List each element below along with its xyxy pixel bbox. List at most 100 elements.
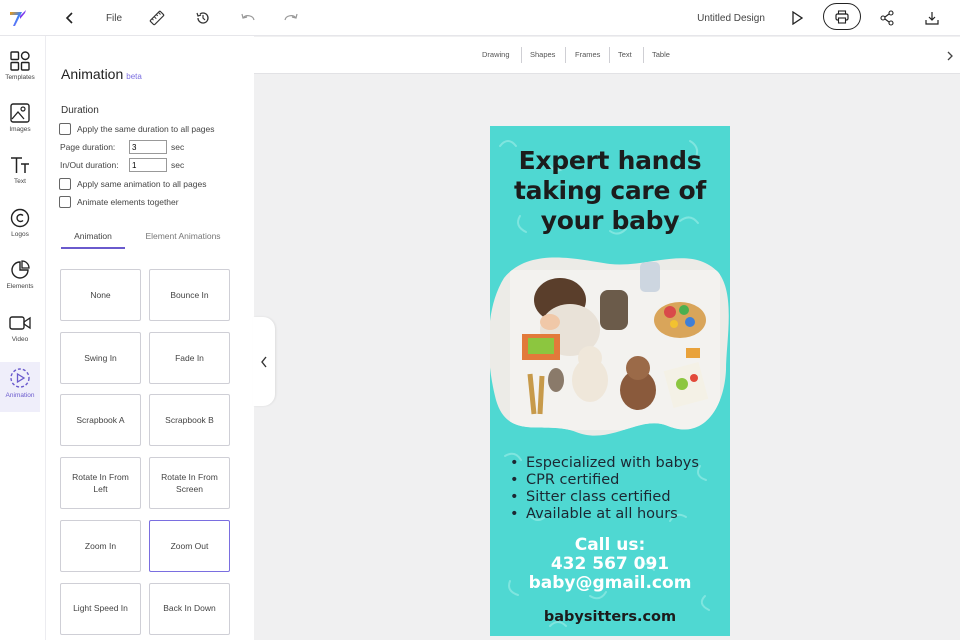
rail-item-logos[interactable]: Logos bbox=[0, 203, 40, 253]
animation-option-rotate-in-from-screen[interactable]: Rotate In From Screen bbox=[149, 457, 230, 510]
bullet-text: Especialized with babys bbox=[526, 455, 699, 471]
animation-option-scrapbook-a[interactable]: Scrapbook A bbox=[60, 394, 141, 447]
animation-tabs: Animation Element Animations bbox=[61, 231, 231, 249]
tool-frames[interactable]: Frames bbox=[575, 50, 600, 59]
pie-icon bbox=[11, 260, 30, 279]
website-text[interactable]: babysitters.com bbox=[490, 609, 730, 625]
back-chevron-icon bbox=[65, 12, 73, 24]
bullet-dot: • bbox=[510, 455, 519, 471]
tool-shapes[interactable]: Shapes bbox=[530, 50, 555, 59]
headline-line: your baby bbox=[540, 206, 680, 235]
headline-line: Expert hands bbox=[518, 146, 702, 175]
top-bar: File Untitled Design bbox=[0, 0, 960, 36]
panel-title-text: Animation bbox=[61, 66, 124, 82]
share-icon bbox=[880, 10, 894, 26]
rail-item-video[interactable]: Video bbox=[0, 308, 40, 358]
animation-option-scrapbook-b[interactable]: Scrapbook B bbox=[149, 394, 230, 447]
inout-duration-input[interactable] bbox=[129, 158, 167, 172]
file-menu[interactable]: File bbox=[100, 0, 128, 36]
rail-item-animation[interactable]: Animation bbox=[0, 362, 40, 412]
ruler-button[interactable] bbox=[146, 0, 168, 36]
share-button[interactable] bbox=[876, 0, 898, 36]
animation-option-light-speed-in[interactable]: Light Speed In bbox=[60, 582, 141, 635]
print-button[interactable] bbox=[823, 3, 861, 30]
page-duration-input[interactable] bbox=[129, 140, 167, 154]
email-address: baby@gmail.com bbox=[528, 573, 692, 593]
rail-label: Video bbox=[11, 336, 29, 343]
design-headline[interactable]: Expert hands taking care of your baby bbox=[490, 146, 730, 236]
animation-option-fade-in[interactable]: Fade In bbox=[149, 331, 230, 384]
toolbar-divider bbox=[565, 47, 566, 63]
play-button[interactable] bbox=[786, 0, 808, 36]
duration-heading: Duration bbox=[61, 105, 99, 116]
rail-label: Elements bbox=[6, 283, 34, 290]
animation-option-zoom-out[interactable]: Zoom Out bbox=[149, 519, 230, 572]
chevron-right-icon bbox=[947, 51, 953, 60]
design-page[interactable]: Expert hands taking care of your baby • … bbox=[490, 126, 730, 636]
rail-label: Images bbox=[9, 126, 31, 133]
app-logo[interactable] bbox=[4, 0, 32, 36]
tab-animation[interactable]: Animation bbox=[61, 231, 125, 249]
history-icon bbox=[196, 12, 209, 24]
bullet-item: • CPR certified bbox=[510, 472, 720, 489]
undo-button[interactable] bbox=[237, 0, 259, 36]
same-animation-checkbox[interactable] bbox=[59, 178, 71, 190]
page-duration-unit: sec bbox=[171, 142, 185, 152]
chevron-left-icon bbox=[261, 356, 267, 367]
download-button[interactable] bbox=[920, 0, 944, 36]
animation-option-rotate-in-from-left[interactable]: Rotate In From Left bbox=[60, 457, 141, 510]
animation-option-zoom-in[interactable]: Zoom In bbox=[60, 519, 141, 572]
play-icon bbox=[792, 11, 803, 25]
inout-duration-label: In/Out duration: bbox=[60, 160, 119, 170]
logo-icon bbox=[10, 10, 26, 26]
tool-drawing[interactable]: Drawing bbox=[482, 50, 510, 59]
animation-option-bounce-in[interactable]: Bounce In bbox=[149, 269, 230, 321]
video-camera-icon bbox=[9, 316, 31, 330]
bullet-text: Sitter class certified bbox=[526, 489, 671, 505]
animation-play-icon bbox=[10, 368, 30, 388]
phone-number: 432 567 091 bbox=[550, 554, 670, 574]
page-duration-label: Page duration: bbox=[60, 142, 116, 152]
same-duration-checkbox[interactable] bbox=[59, 123, 71, 135]
collapse-panel-button[interactable] bbox=[253, 317, 275, 406]
copyright-icon bbox=[10, 208, 30, 228]
rail-item-templates[interactable]: Templates bbox=[0, 46, 40, 96]
baby-photo[interactable] bbox=[490, 250, 730, 438]
rail-item-images[interactable]: Images bbox=[0, 98, 40, 148]
undo-icon bbox=[241, 13, 255, 21]
design-title[interactable]: Untitled Design bbox=[690, 0, 772, 36]
animation-option-swing-in[interactable]: Swing In bbox=[60, 331, 141, 384]
tool-text[interactable]: Text bbox=[618, 50, 632, 59]
contact-block[interactable]: Call us: 432 567 091 baby@gmail.com bbox=[490, 536, 730, 593]
print-icon bbox=[835, 9, 849, 24]
tool-table[interactable]: Table bbox=[652, 50, 670, 59]
templates-grid-icon bbox=[10, 51, 30, 71]
bullet-list[interactable]: • Especialized with babys • CPR certified … bbox=[510, 455, 720, 523]
redo-button[interactable] bbox=[280, 0, 302, 36]
redo-icon bbox=[284, 13, 298, 21]
rail-label: Text bbox=[14, 178, 26, 185]
animate-together-label: Animate elements together bbox=[77, 197, 179, 207]
bullet-dot: • bbox=[510, 506, 519, 522]
rail-label: Templates bbox=[5, 74, 35, 81]
bullet-item: • Available at all hours bbox=[510, 506, 720, 523]
same-animation-option[interactable]: Apply same animation to all pages bbox=[59, 178, 206, 190]
rail-item-text[interactable]: Text bbox=[0, 150, 40, 200]
rail-item-elements[interactable]: Elements bbox=[0, 255, 40, 305]
animate-together-option[interactable]: Animate elements together bbox=[59, 196, 179, 208]
back-button[interactable] bbox=[58, 0, 82, 36]
page-duration-row: Page duration: sec bbox=[60, 140, 184, 154]
toolbar-divider bbox=[521, 47, 522, 63]
animate-together-checkbox[interactable] bbox=[59, 196, 71, 208]
same-animation-label: Apply same animation to all pages bbox=[77, 179, 207, 189]
same-duration-option[interactable]: Apply the same duration to all pages bbox=[59, 123, 215, 135]
tab-element-animations[interactable]: Element Animations bbox=[133, 231, 233, 249]
toolbar-expand-button[interactable] bbox=[940, 37, 960, 74]
inout-duration-unit: sec bbox=[171, 160, 185, 170]
bullet-text: CPR certified bbox=[526, 472, 620, 488]
animation-option-none[interactable]: None bbox=[60, 269, 141, 321]
rail-label: Logos bbox=[11, 231, 29, 238]
animation-option-back-in-down[interactable]: Back In Down bbox=[149, 582, 230, 635]
history-button[interactable] bbox=[192, 0, 214, 36]
headline-line: taking care of bbox=[514, 176, 706, 205]
